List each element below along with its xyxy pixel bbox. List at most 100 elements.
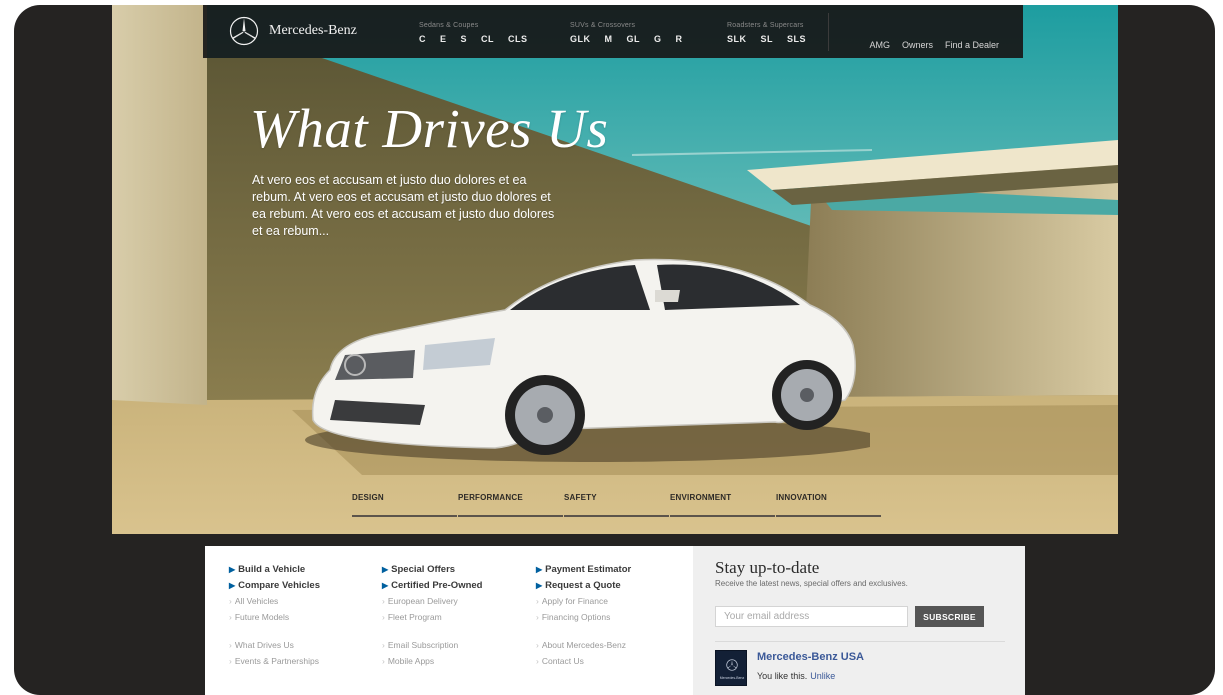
- car-image: [305, 258, 870, 462]
- nav-model-link[interactable]: R: [676, 34, 683, 44]
- chevron-right-icon: ›: [229, 596, 232, 606]
- chevron-right-icon: ›: [536, 656, 539, 666]
- footer-primary-link[interactable]: ▶ Build a Vehicle: [229, 564, 379, 575]
- nav-group-suvs: SUVs & Crossovers GLK M GL G R: [570, 22, 683, 44]
- footer-primary-link[interactable]: ▶ Certified Pre-Owned: [382, 580, 532, 591]
- footer-secondary-link[interactable]: › Events & Partnerships: [229, 656, 379, 666]
- hero-headline: What Drives Us: [250, 98, 609, 159]
- chevron-right-icon: ›: [382, 656, 385, 666]
- link-label: About Mercedes-Benz: [541, 640, 626, 650]
- facebook-page-name[interactable]: Mercedes-Benz USA: [757, 651, 864, 663]
- nav-model-link[interactable]: M: [605, 34, 613, 44]
- link-label: Special Offers: [391, 564, 456, 575]
- footer-column: ▶ Special Offers ▶ Certified Pre-Owned › Eu…: [382, 564, 532, 672]
- footer-primary-link[interactable]: ▶ Request a Quote: [536, 580, 686, 591]
- newsletter-panel: Stay up-to-date Receive the latest news,…: [693, 546, 1025, 695]
- subscribe-button[interactable]: SUBSCRIBE: [915, 606, 984, 627]
- footer-secondary-link[interactable]: › About Mercedes-Benz: [536, 640, 686, 650]
- footer-primary-link[interactable]: ▶ Special Offers: [382, 564, 532, 575]
- nav-group-caption: Roadsters & Supercars: [727, 22, 804, 29]
- tab-safety[interactable]: SAFETY: [564, 493, 669, 517]
- chevron-right-icon: ›: [536, 640, 539, 650]
- footer-secondary-link[interactable]: › Email Subscription: [382, 640, 532, 650]
- footer-secondary-link[interactable]: › European Delivery: [382, 596, 532, 606]
- tab-environment[interactable]: ENVIRONMENT: [670, 493, 775, 517]
- nav-model-link[interactable]: SLS: [787, 34, 806, 44]
- brand-name: Mercedes-Benz: [269, 23, 357, 38]
- hero-section: Mercedes-Benz Sedans & Coupes C E S CL C…: [112, 5, 1118, 534]
- chevron-right-icon: ›: [229, 656, 232, 666]
- nav-model-link[interactable]: S: [461, 34, 468, 44]
- nav-utility-links: AMG Owners Find a Dealer: [869, 40, 999, 50]
- link-label: What Drives Us: [234, 640, 294, 650]
- nav-model-link[interactable]: SL: [761, 34, 774, 44]
- nav-group-roadsters: Roadsters & Supercars SLK SL SLS: [727, 22, 806, 44]
- nav-model-link[interactable]: E: [440, 34, 447, 44]
- nav-link-amg[interactable]: AMG: [869, 40, 890, 50]
- nav-link-find-dealer[interactable]: Find a Dealer: [945, 40, 999, 50]
- footer-primary-link[interactable]: ▶ Payment Estimator: [536, 564, 686, 575]
- nav-link-owners[interactable]: Owners: [902, 40, 933, 50]
- chevron-right-icon: ›: [382, 612, 385, 622]
- mercedes-star-icon: [229, 16, 259, 46]
- facebook-like-box: Mercedes-Benz Mercedes-Benz USA You like…: [715, 650, 864, 686]
- link-label: Mobile Apps: [387, 656, 435, 666]
- hero-category-tabs: DESIGN PERFORMANCE SAFETY ENVIRONMENT IN…: [352, 493, 882, 517]
- link-label: Payment Estimator: [545, 564, 632, 575]
- newsletter-subtitle: Receive the latest news, special offers …: [715, 579, 908, 588]
- brand-logo[interactable]: Mercedes-Benz: [229, 16, 357, 46]
- link-label: Contact Us: [541, 656, 584, 666]
- link-label: European Delivery: [387, 596, 458, 606]
- tab-performance[interactable]: PERFORMANCE: [458, 493, 563, 517]
- footer-secondary-link[interactable]: › Contact Us: [536, 656, 686, 666]
- footer-column: ▶ Build a Vehicle ▶ Compare Vehicles › All …: [229, 564, 379, 672]
- mercedes-star-icon: [726, 659, 738, 671]
- footer-column: ▶ Payment Estimator ▶ Request a Quote › App…: [536, 564, 686, 672]
- browser-frame: Mercedes-Benz Sedans & Coupes C E S CL C…: [14, 5, 1215, 695]
- arrow-right-icon: ▶: [229, 581, 236, 590]
- hero-intro-text: At vero eos et accusam et justo duo dolo…: [252, 173, 555, 238]
- footer-primary-link[interactable]: ▶ Compare Vehicles: [229, 580, 379, 591]
- arrow-right-icon: ▶: [382, 581, 389, 590]
- nav-model-link[interactable]: GLK: [570, 34, 591, 44]
- footer-secondary-link[interactable]: › What Drives Us: [229, 640, 379, 650]
- chevron-right-icon: ›: [382, 596, 385, 606]
- nav-model-link[interactable]: GL: [627, 34, 641, 44]
- nav-group-caption: SUVs & Crossovers: [570, 22, 636, 29]
- footer-secondary-link[interactable]: › Future Models: [229, 612, 379, 622]
- link-label: Compare Vehicles: [238, 580, 321, 591]
- link-label: Future Models: [234, 612, 290, 622]
- link-label: Apply for Finance: [541, 596, 608, 606]
- nav-model-link[interactable]: CL: [481, 34, 494, 44]
- link-label: Request a Quote: [545, 580, 621, 591]
- nav-model-link[interactable]: CLS: [508, 34, 528, 44]
- top-navigation: Mercedes-Benz Sedans & Coupes C E S CL C…: [203, 5, 1023, 58]
- footer-secondary-link[interactable]: › Apply for Finance: [536, 596, 686, 606]
- nav-model-link[interactable]: SLK: [727, 34, 747, 44]
- chevron-right-icon: ›: [229, 640, 232, 650]
- link-label: Fleet Program: [387, 612, 442, 622]
- nav-model-link[interactable]: C: [419, 34, 426, 44]
- tab-design[interactable]: DESIGN: [352, 493, 457, 517]
- footer-secondary-link[interactable]: › Financing Options: [536, 612, 686, 622]
- newsletter-title: Stay up-to-date: [715, 558, 820, 577]
- link-label: All Vehicles: [234, 596, 279, 606]
- email-field[interactable]: [715, 606, 908, 627]
- chevron-right-icon: ›: [382, 640, 385, 650]
- nav-model-link[interactable]: G: [654, 34, 662, 44]
- footer-secondary-link[interactable]: › Fleet Program: [382, 612, 532, 622]
- link-label: Email Subscription: [387, 640, 459, 650]
- footer-secondary-link[interactable]: › All Vehicles: [229, 596, 379, 606]
- link-label: Events & Partnerships: [234, 656, 319, 666]
- footer-panel: ▶ Build a Vehicle ▶ Compare Vehicles › All …: [205, 546, 1025, 695]
- link-label: Financing Options: [541, 612, 611, 622]
- nav-group-caption: Sedans & Coupes: [419, 22, 479, 29]
- facebook-page-thumbnail[interactable]: Mercedes-Benz: [715, 650, 747, 686]
- chevron-right-icon: ›: [229, 612, 232, 622]
- link-label: Certified Pre-Owned: [391, 580, 483, 591]
- footer-secondary-link[interactable]: › Mobile Apps: [382, 656, 532, 666]
- chevron-right-icon: ›: [536, 612, 539, 622]
- tab-innovation[interactable]: INNOVATION: [776, 493, 881, 517]
- chevron-right-icon: ›: [536, 596, 539, 606]
- arrow-right-icon: ▶: [536, 581, 543, 590]
